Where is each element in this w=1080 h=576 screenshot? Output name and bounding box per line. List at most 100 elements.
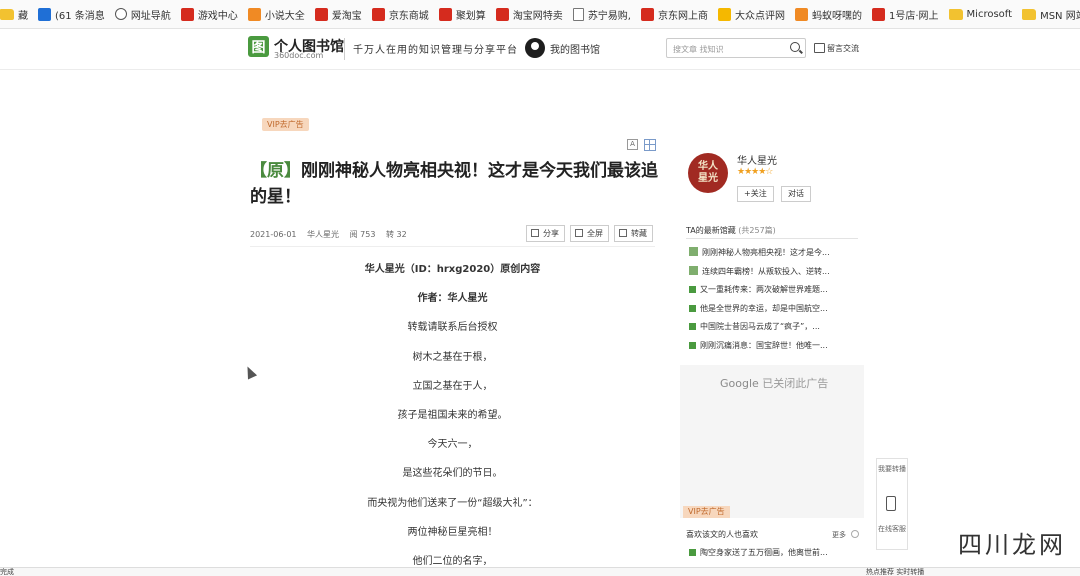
article-paragraph: 今天六一，	[427, 439, 478, 451]
article-paragraph: 树木之基在于根，	[412, 351, 493, 363]
layout-grid-icon[interactable]	[644, 139, 656, 151]
message-icon[interactable]	[814, 43, 825, 53]
bookmark-item[interactable]: MSN 网站	[1022, 7, 1080, 22]
logo-subtitle: 360doc.com	[274, 51, 324, 60]
follow-button[interactable]: +关注	[737, 186, 774, 202]
bookmark-item[interactable]: 1号店·网上	[872, 7, 939, 22]
article-paragraph: 立国之基在于人，	[412, 380, 493, 392]
latest-article-item[interactable]: 又一重耗传来：两次破解世界难题...	[689, 284, 839, 295]
bookmark-item[interactable]: 淘宝网特卖	[495, 7, 563, 22]
bookmark-item[interactable]: 蚂蚁呀嘿的	[795, 7, 862, 22]
vip-remove-ads-button[interactable]: VIP去广告	[262, 118, 309, 131]
site-header: 图 个人图书馆 360doc.com 千万人在用的知识管理与分享平台 我的图书馆…	[0, 29, 1080, 70]
bookmark-label: (61 条消息	[55, 10, 105, 22]
latest-article-text: 刚刚沉痛消息：国宝辞世！他唯一...	[700, 340, 828, 350]
bookmark-label: 游戏中心	[197, 10, 238, 22]
article-paragraph: 他们二位的名字，	[412, 556, 493, 567]
taobao-icon	[495, 7, 509, 21]
bookmark-label: 网址导航	[130, 10, 171, 22]
folder-icon	[1022, 8, 1037, 20]
also-liked-more-link[interactable]: 更多	[832, 530, 846, 540]
bookmark-item[interactable]: 聚划算	[438, 7, 486, 22]
sidebar-author-name[interactable]: 华人星光	[737, 152, 777, 167]
article-icon	[689, 286, 696, 293]
s-icon	[795, 7, 808, 21]
logo-icon[interactable]: 图	[248, 36, 269, 57]
page-icon	[572, 7, 584, 21]
article-icon	[689, 304, 696, 312]
latest-collections-heading: TA的最新馆藏 (共257篇)	[686, 225, 776, 236]
ad-closed-label: 已关闭此广告	[762, 377, 829, 390]
folder-icon	[0, 8, 14, 20]
bookmark-item[interactable]: 网址导航	[114, 7, 171, 22]
user-avatar-icon[interactable]	[525, 38, 545, 58]
bookmark-label: 聚划算	[455, 10, 486, 22]
bookmark-item[interactable]: 爱淘宝	[314, 7, 362, 22]
latest-article-item[interactable]: 连续四年霸榜！从叛软投入、逆转...	[689, 265, 839, 277]
bookmark-item[interactable]: (61 条消息	[38, 7, 105, 22]
article-paragraph: 转载请联系后台授权	[407, 322, 498, 334]
latest-article-item[interactable]: 刚刚神秘人物亮相央视！这才是今...	[689, 247, 839, 258]
phone-icon[interactable]	[886, 496, 896, 511]
latest-article-item[interactable]: 中国院士昔因马云成了“疯子”，...	[689, 321, 839, 332]
save-label: 转藏	[631, 229, 647, 238]
share-button[interactable]: 分享	[526, 225, 565, 242]
also-liked-item[interactable]: 陶空身家送了五万徊画，他离世前...	[689, 547, 828, 558]
info-icon[interactable]	[851, 530, 859, 538]
my-library-link[interactable]: 我的图书馆	[550, 41, 600, 56]
latest-article-text: 又一重耗传来：两次破解世界难题...	[700, 285, 828, 294]
repost-float-link[interactable]: 我要转播	[877, 465, 907, 474]
article-paragraph: 是这些花朵们的节日。	[402, 468, 503, 480]
jd-icon	[371, 7, 385, 21]
latest-article-text: 中国院士昔因马云成了“疯子”，...	[700, 322, 820, 331]
latest-article-item[interactable]: 他是全世界的幸运，却是中国航空...	[689, 303, 839, 314]
bookmark-item[interactable]: Microsoft	[948, 8, 1012, 20]
author-avatar[interactable]: 华人星光	[688, 153, 728, 193]
bookmark-item[interactable]: 京东网上商	[641, 7, 708, 22]
fullscreen-label: 全屏	[587, 229, 603, 238]
folder-icon	[948, 8, 963, 20]
message-link[interactable]: 留言交流	[827, 43, 859, 54]
fullscreen-button[interactable]: 全屏	[570, 225, 609, 242]
article-icon	[689, 265, 698, 275]
bookmark-label: 淘宝网特卖	[512, 10, 563, 22]
share-label: 分享	[543, 229, 559, 238]
bookmark-item[interactable]: 小说大全	[247, 7, 305, 22]
bookmark-item[interactable]: 藏	[0, 7, 28, 22]
jd-icon	[641, 7, 654, 21]
font-size-button[interactable]: A	[627, 139, 638, 150]
bookmark-item[interactable]: 大众点评网	[718, 7, 785, 22]
bookmark-item[interactable]: 游戏中心	[180, 7, 238, 22]
save-to-library-button[interactable]: 转藏	[614, 225, 653, 242]
bookmark-label: 1号店·网上	[889, 10, 939, 22]
search-icon[interactable]	[790, 42, 800, 52]
bookmark-item[interactable]: 京东商城	[371, 7, 429, 22]
search-input[interactable]: 搜文章 找知识	[666, 38, 806, 58]
chat-button[interactable]: 对话	[781, 186, 811, 202]
bookmark-label: 藏	[18, 10, 28, 22]
bookmark-item[interactable]: 苏宁易购,	[572, 7, 631, 22]
latest-article-item[interactable]: 刚刚沉痛消息：国宝辞世！他唯一...	[689, 340, 839, 351]
author-avatar-text: 华人星光	[698, 161, 718, 184]
sidebar-divider	[686, 238, 858, 239]
bookmark-label: 小说大全	[264, 10, 305, 22]
original-badge: 【原】	[250, 161, 301, 181]
bookmark-label: 京东网上商	[658, 10, 708, 22]
also-liked-item-text: 陶空身家送了五万徊画，他离世前...	[700, 548, 828, 557]
book-icon	[247, 7, 261, 21]
bookmark-label: 苏宁易购,	[587, 10, 631, 22]
latest-article-text: 连续四年霸榜！从叛软投入、逆转...	[702, 266, 830, 276]
share-icon	[531, 229, 539, 237]
bookmark-label: 蚂蚁呀嘿的	[812, 10, 862, 22]
header-divider	[344, 38, 345, 60]
article-icon	[689, 323, 696, 330]
ad-closed-notice: Google 已关闭此广告	[720, 375, 828, 391]
taobao-icon	[314, 7, 328, 21]
chat-label: 对话	[788, 189, 804, 198]
repost-count: 转 32	[385, 230, 407, 239]
online-service-link[interactable]: 在线客服	[877, 525, 907, 534]
site-slogan: 千万人在用的知识管理与分享平台	[353, 45, 518, 56]
meta-author-link[interactable]: 华人星光	[307, 230, 339, 239]
save-icon	[619, 229, 627, 237]
vip-remove-ads-button-2[interactable]: VIP去广告	[683, 506, 730, 518]
